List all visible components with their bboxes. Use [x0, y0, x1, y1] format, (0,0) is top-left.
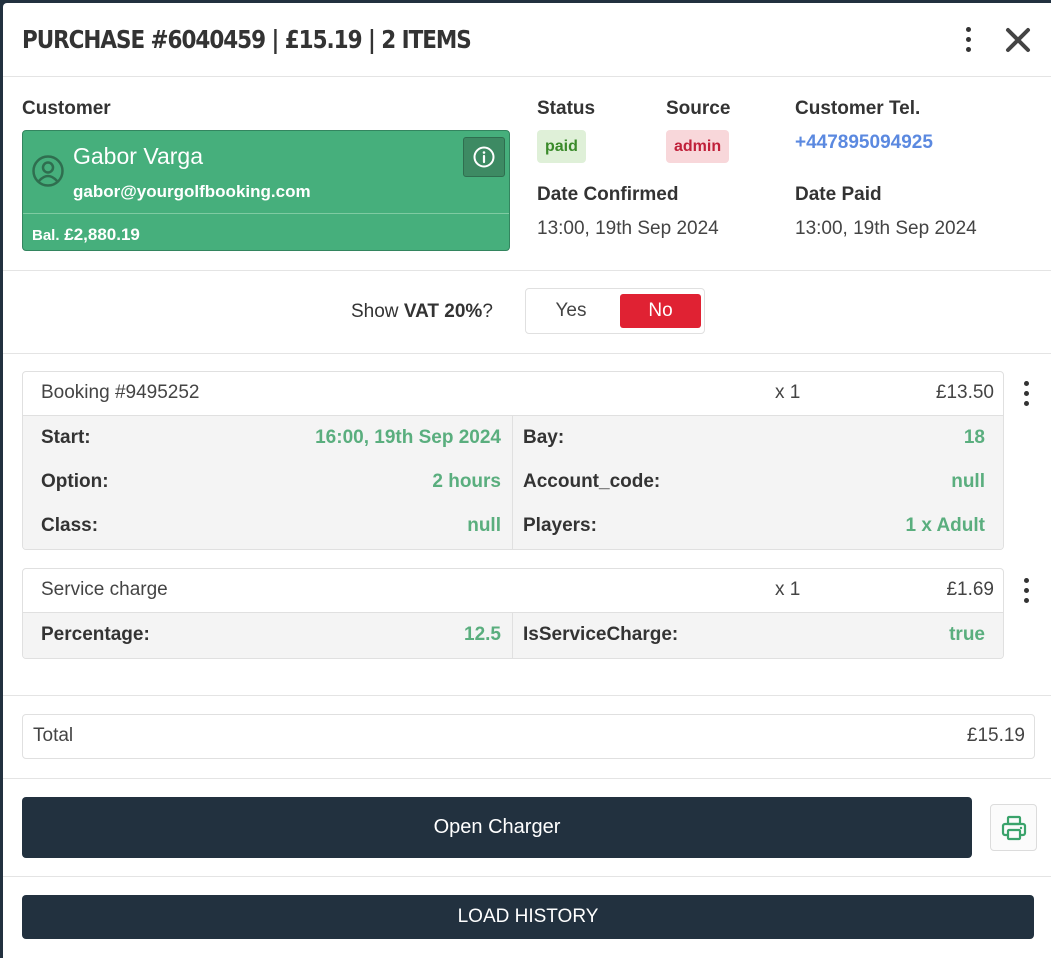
line-item-options-button[interactable]	[1018, 375, 1034, 411]
line-item: Booking #9495252 x 1 £13.50 Start: 16:00…	[22, 371, 1004, 550]
line-item-price: £13.50	[935, 382, 994, 403]
vat-toggle: Yes No	[525, 288, 705, 334]
date-paid-value: 13:00, 19th Sep 2024	[795, 218, 977, 239]
line-item-price: £1.69	[946, 579, 994, 600]
customer-info-button[interactable]	[463, 137, 505, 177]
status-badge: paid	[537, 130, 586, 163]
modal-header: PURCHASE #6040459 | £15.19 | 2 ITEMS	[3, 3, 1051, 77]
prop-value: 18	[963, 427, 985, 448]
details-divider	[512, 416, 513, 549]
info-icon	[473, 146, 495, 168]
more-options-button[interactable]	[953, 20, 983, 60]
line-item: Service charge x 1 £1.69 Percentage: 12.…	[22, 568, 1004, 659]
prop-key: Players:	[523, 515, 597, 536]
balance-value: £2,880.19	[64, 225, 140, 244]
kebab-dot	[1023, 390, 1029, 396]
prop-key: Option:	[41, 471, 109, 492]
purchase-info: Customer Gabor Varga gabor@yourgolfbooki…	[3, 77, 1051, 271]
date-confirmed-value: 13:00, 19th Sep 2024	[537, 218, 719, 239]
printer-icon	[1001, 815, 1026, 840]
customer-card-divider	[23, 213, 509, 214]
kebab-dot	[1023, 577, 1029, 583]
vat-section: Show VAT 20%? Yes No	[3, 271, 1051, 354]
page-title: PURCHASE #6040459 | £15.19 | 2 ITEMS	[22, 25, 472, 54]
section-divider	[3, 778, 1051, 779]
date-confirmed-label: Date Confirmed	[537, 184, 679, 205]
prop-value: 2 hours	[432, 471, 501, 492]
prop-value: true	[949, 624, 985, 645]
customer-balance: Bal. £2,880.19	[32, 225, 140, 245]
load-history-button[interactable]: LOAD HISTORY	[22, 895, 1034, 939]
kebab-dot	[965, 27, 971, 32]
prop-value: null	[951, 471, 985, 492]
vat-label: Show VAT 20%?	[351, 301, 493, 323]
customer-label: Customer	[22, 98, 111, 119]
user-avatar-icon	[32, 155, 64, 187]
status-label: Status	[537, 98, 596, 119]
kebab-dot	[965, 37, 971, 42]
vat-label-prefix: Show	[351, 301, 404, 322]
purchase-modal: PURCHASE #6040459 | £15.19 | 2 ITEMS Cus…	[3, 3, 1051, 958]
customer-email: gabor@yourgolfbooking.com	[73, 182, 311, 201]
source-label: Source	[666, 98, 731, 119]
prop-key: Percentage:	[41, 624, 150, 645]
vat-yes-option[interactable]: Yes	[527, 294, 615, 328]
line-item-options-button[interactable]	[1018, 572, 1034, 608]
line-item-header: Booking #9495252 x 1 £13.50	[23, 372, 1003, 416]
section-divider	[3, 695, 1051, 696]
line-item-header: Service charge x 1 £1.69	[23, 569, 1003, 613]
close-icon[interactable]	[1003, 25, 1033, 55]
kebab-dot	[1023, 597, 1029, 603]
kebab-dot	[965, 47, 971, 52]
vat-label-rate: VAT 20%	[403, 301, 483, 322]
kebab-dot	[1023, 587, 1029, 593]
print-button[interactable]	[990, 804, 1037, 851]
prop-value: null	[467, 515, 501, 536]
line-item-details: Percentage: 12.5 IsServiceCharge: true	[23, 613, 1003, 658]
prop-value: 1 x Adult	[905, 515, 985, 536]
total-label: Total	[33, 725, 74, 746]
line-item-qty: x 1	[775, 579, 801, 600]
date-paid-label: Date Paid	[795, 184, 882, 205]
details-divider	[512, 613, 513, 658]
line-item-qty: x 1	[775, 382, 801, 403]
customer-name: Gabor Varga	[73, 143, 203, 169]
customer-tel-link[interactable]: +447895094925	[795, 132, 933, 154]
line-item-name: Service charge	[41, 579, 168, 600]
customer-tel-label: Customer Tel.	[795, 98, 921, 119]
source-badge: admin	[666, 130, 730, 163]
open-charger-button[interactable]: Open Charger	[22, 797, 972, 858]
prop-key: Start:	[41, 427, 91, 448]
balance-prefix: Bal.	[32, 227, 60, 244]
total-row: Total £15.19	[22, 714, 1035, 759]
prop-value: 16:00, 19th Sep 2024	[315, 427, 501, 448]
vat-label-suffix: ?	[482, 301, 493, 322]
line-item-name: Booking #9495252	[41, 382, 200, 403]
prop-value: 12.5	[464, 624, 501, 645]
prop-key: Bay:	[523, 427, 565, 448]
vat-no-option[interactable]: No	[620, 294, 701, 328]
kebab-dot	[1023, 380, 1029, 386]
prop-key: IsServiceCharge:	[523, 624, 679, 645]
customer-card[interactable]: Gabor Varga gabor@yourgolfbooking.com Ba…	[22, 130, 510, 251]
total-value: £15.19	[966, 725, 1025, 746]
prop-key: Class:	[41, 515, 99, 536]
line-item-details: Start: 16:00, 19th Sep 2024 Option: 2 ho…	[23, 416, 1003, 549]
kebab-dot	[1023, 400, 1029, 406]
section-divider	[3, 876, 1051, 877]
prop-key: Account_code:	[523, 471, 661, 492]
